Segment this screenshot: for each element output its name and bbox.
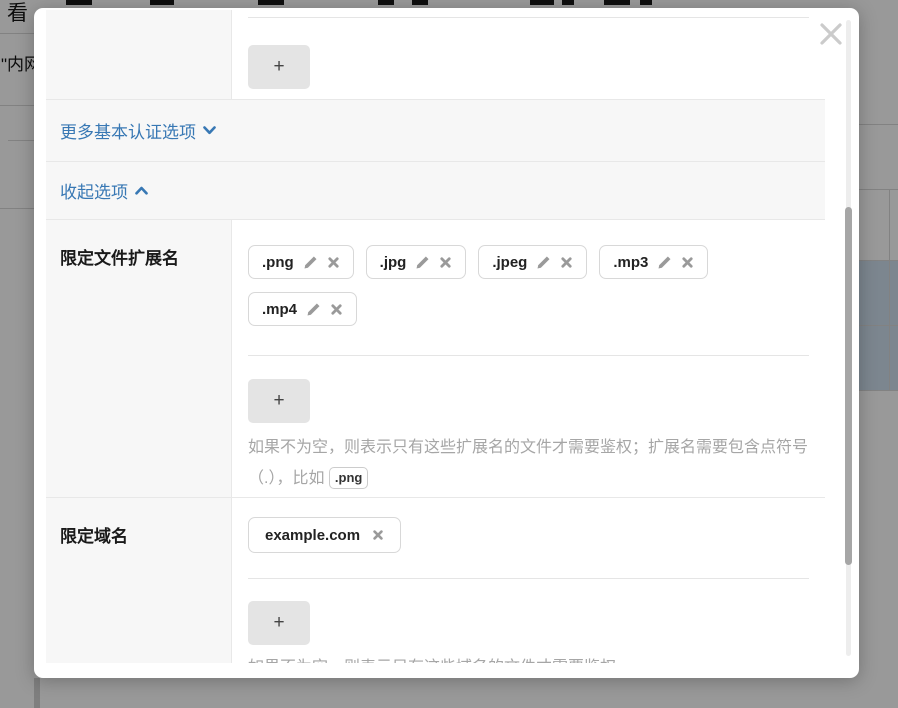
tag-label: .jpg [380,254,407,271]
close-icon[interactable] [815,18,847,50]
field-divider [248,578,809,579]
chevron-up-icon [135,186,148,195]
collapse-options-label: 收起选项 [60,178,128,203]
row-collapse-options: 收起选项 [46,162,825,220]
tag-label: .jpeg [492,254,527,271]
domain-tag: example.com [248,517,401,553]
tag-label: .mp3 [613,254,648,271]
field-content-column: + [232,10,825,99]
extension-tag: .mp3 [599,245,708,279]
edit-icon[interactable] [415,255,430,270]
field-content-column: example.com + 如果不为空，则表示只有这些域名的文件才需要鉴权 [232,498,825,663]
domains-help-text: 如果不为空，则表示只有这些域名的文件才需要鉴权 [248,659,616,663]
modal-scrollbar-thumb[interactable] [845,207,852,565]
field-divider [248,17,809,18]
more-auth-options-label: 更多基本认证选项 [60,118,196,143]
remove-icon[interactable] [327,256,340,269]
row-file-extensions: 限定文件扩展名 .png .jpg .jpeg [46,220,825,498]
tag-label: example.com [265,527,360,544]
help-example-tag: .png [329,467,368,489]
collapse-options-link[interactable]: 收起选项 [60,178,148,203]
row-domains: 限定域名 example.com + 如果不为空，则表示只有这些域名的文件才需要… [46,498,825,663]
field-label-column: 限定文件扩展名 [46,220,232,497]
form-row-auth-users: + [46,10,825,100]
file-extensions-help: 如果不为空，则表示只有这些扩展名的文件才需要鉴权；扩展名需要包含点符号（.），比… [248,432,809,494]
extension-tag: .png [248,245,354,279]
field-content-column: .png .jpg .jpeg .mp3 [232,220,825,497]
more-auth-options-link[interactable]: 更多基本认证选项 [60,118,216,143]
extension-tag-list: .png .jpg .jpeg .mp3 [248,220,809,326]
remove-icon[interactable] [372,529,384,541]
row-more-auth-options: 更多基本认证选项 [46,100,825,162]
edit-icon[interactable] [657,255,672,270]
field-label-column: 限定域名 [46,498,232,663]
modal-scroll-area: + 更多基本认证选项 收起选项 限定文件扩展名 [46,10,825,663]
field-label-column [46,10,232,99]
domains-label: 限定域名 [60,527,128,546]
file-extensions-label: 限定文件扩展名 [60,249,179,268]
field-divider [248,355,809,356]
extension-tag: .jpeg [478,245,587,279]
edit-icon[interactable] [306,302,321,317]
settings-modal: + 更多基本认证选项 收起选项 限定文件扩展名 [34,8,859,678]
edit-icon[interactable] [536,255,551,270]
extension-tag: .jpg [366,245,467,279]
domains-help: 如果不为空，则表示只有这些域名的文件才需要鉴权 [248,652,809,663]
add-item-button[interactable]: + [248,45,310,89]
edit-icon[interactable] [303,255,318,270]
add-extension-button[interactable]: + [248,379,310,423]
remove-icon[interactable] [681,256,694,269]
chevron-down-icon [203,126,216,135]
add-domain-button[interactable]: + [248,601,310,645]
tag-label: .mp4 [262,301,297,318]
remove-icon[interactable] [439,256,452,269]
remove-icon[interactable] [330,303,343,316]
tag-label: .png [262,254,294,271]
extension-tag: .mp4 [248,292,357,326]
remove-icon[interactable] [560,256,573,269]
